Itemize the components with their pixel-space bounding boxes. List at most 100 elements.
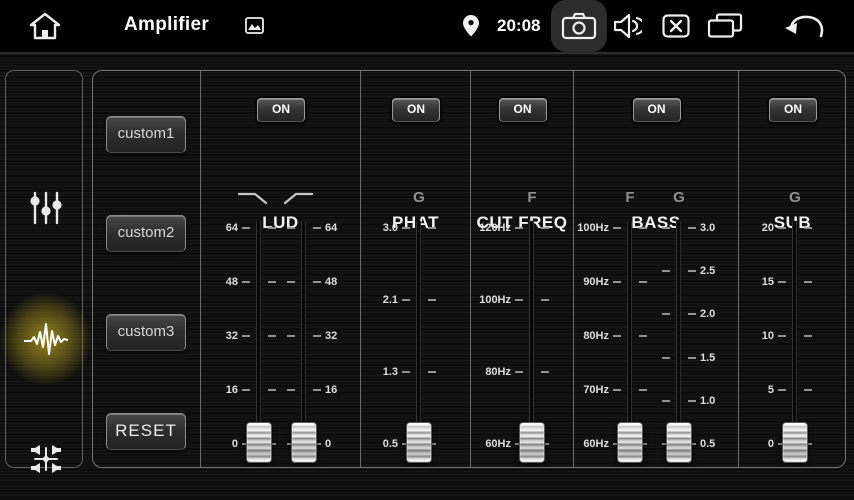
- volume-icon[interactable]: [614, 13, 642, 39]
- tick-dash: [639, 335, 647, 337]
- waveform-icon: [24, 319, 68, 359]
- reset-button[interactable]: RESET: [106, 413, 186, 450]
- channel-bass: ONBASSF100Hz90Hz80Hz70Hz60HzG3.02.52.01.…: [573, 71, 738, 467]
- tick-dash: [402, 227, 410, 229]
- tick-label: 0: [739, 437, 774, 451]
- slider-thumb-sub-1[interactable]: [782, 422, 808, 463]
- slider-track-cutfreq-1[interactable]: [529, 221, 534, 454]
- top-bar: Amplifier 20:08: [0, 0, 854, 54]
- slider-track-bass-2[interactable]: [676, 221, 681, 454]
- tick-label: 90Hz: [574, 275, 609, 289]
- tick-label: 5: [739, 383, 774, 397]
- preset-button-custom1[interactable]: custom1: [106, 116, 186, 153]
- tick-label: 3.0: [700, 221, 739, 235]
- screenshot-button[interactable]: [551, 0, 607, 52]
- tick-dash: [662, 227, 670, 229]
- slider-thumb-phat-1[interactable]: [406, 422, 432, 463]
- slider-thumb-cutfreq-1[interactable]: [519, 422, 545, 463]
- tick-dash: [515, 299, 523, 301]
- slider-scale-label: F: [610, 189, 650, 207]
- tick-dash: [515, 227, 523, 229]
- tick-dash: [287, 335, 295, 337]
- back-icon[interactable]: [784, 13, 824, 39]
- power-button-bass[interactable]: ON: [633, 98, 681, 122]
- tick-dash: [639, 227, 647, 229]
- tick-dash: [662, 400, 670, 402]
- slider-thumb-bass-2[interactable]: [666, 422, 692, 463]
- preset-column: custom1 custom2 custom3 RESET: [93, 71, 200, 467]
- slider-track-phat-1[interactable]: [416, 221, 421, 454]
- slider-track-sub-1[interactable]: [792, 221, 797, 454]
- highpass-curve-icon: [283, 191, 313, 209]
- gallery-icon[interactable]: [245, 17, 264, 34]
- tick-dash: [313, 281, 321, 283]
- tick-label: 3.0: [361, 221, 398, 235]
- tick-dash: [402, 299, 410, 301]
- home-icon[interactable]: [28, 11, 62, 41]
- tick-dash: [804, 227, 812, 229]
- sidebar-item-equalizer[interactable]: [24, 186, 68, 230]
- tick-label: 100Hz: [574, 221, 609, 235]
- tick-label: 64: [201, 221, 238, 235]
- slider-scale-label: F: [512, 189, 552, 207]
- tick-dash: [242, 335, 250, 337]
- sidebar: [5, 70, 83, 468]
- tick-dash: [778, 389, 786, 391]
- tick-dash: [402, 371, 410, 373]
- tick-dash: [639, 389, 647, 391]
- camera-icon: [561, 12, 597, 40]
- power-button-lud[interactable]: ON: [257, 98, 305, 122]
- tick-dash: [804, 389, 812, 391]
- tick-dash: [428, 299, 436, 301]
- slider-thumb-lud-1[interactable]: [246, 422, 272, 463]
- tick-label: 48: [201, 275, 238, 289]
- slider-track-lud-2[interactable]: [301, 221, 306, 454]
- tick-dash: [662, 270, 670, 272]
- channel-cutfreq: ONCUT FREQF120Hz100Hz80Hz60Hz: [470, 71, 573, 467]
- tick-dash: [613, 335, 621, 337]
- preset-button-custom2[interactable]: custom2: [106, 215, 186, 252]
- preset-button-custom3[interactable]: custom3: [106, 314, 186, 351]
- tick-dash: [541, 227, 549, 229]
- slider-track-bass-1[interactable]: [627, 221, 632, 454]
- sidebar-item-sound-effect[interactable]: [24, 317, 68, 361]
- tick-dash: [778, 227, 786, 229]
- amplifier-panel: custom1 custom2 custom3 RESET ONLUD64483…: [92, 70, 846, 468]
- tick-dash: [428, 227, 436, 229]
- close-icon[interactable]: [662, 14, 690, 38]
- tick-dash: [313, 335, 321, 337]
- slider-thumb-lud-2[interactable]: [291, 422, 317, 463]
- slider-scale-label: G: [775, 189, 815, 207]
- tick-dash: [287, 227, 295, 229]
- tick-label: 20: [739, 221, 774, 235]
- tick-label: 2.1: [361, 293, 398, 307]
- tick-label: 0.5: [700, 437, 739, 451]
- tick-dash: [688, 313, 696, 315]
- tick-dash: [541, 299, 549, 301]
- tick-dash: [688, 270, 696, 272]
- tick-label: 1.3: [361, 365, 398, 379]
- slider-scale-label: G: [659, 189, 699, 207]
- tick-dash: [662, 357, 670, 359]
- tick-dash: [242, 389, 250, 391]
- power-button-sub[interactable]: ON: [769, 98, 817, 122]
- power-button-cutfreq[interactable]: ON: [499, 98, 547, 122]
- tick-label: 70Hz: [574, 383, 609, 397]
- tick-label: 15: [739, 275, 774, 289]
- tick-label: 120Hz: [471, 221, 511, 235]
- tick-label: 80Hz: [574, 329, 609, 343]
- tick-dash: [613, 227, 621, 229]
- slider-track-lud-1[interactable]: [256, 221, 261, 454]
- tick-dash: [688, 400, 696, 402]
- sidebar-item-balance[interactable]: [24, 436, 68, 480]
- recent-apps-icon[interactable]: [707, 13, 743, 39]
- tick-label: 1.5: [700, 351, 739, 365]
- tick-label: 10: [739, 329, 774, 343]
- tick-dash: [613, 281, 621, 283]
- tick-dash: [688, 227, 696, 229]
- tick-dash: [313, 389, 321, 391]
- tick-dash: [613, 389, 621, 391]
- slider-thumb-bass-1[interactable]: [617, 422, 643, 463]
- tick-dash: [804, 281, 812, 283]
- power-button-phat[interactable]: ON: [392, 98, 440, 122]
